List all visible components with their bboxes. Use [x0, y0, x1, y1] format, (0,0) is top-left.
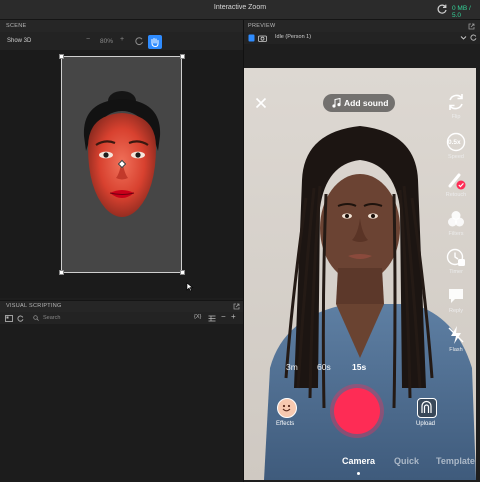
memory-usage: 0 MB / 5.0: [452, 5, 471, 19]
upload-button[interactable]: [417, 398, 437, 418]
speed-label: Speed: [448, 154, 464, 160]
preview-spacer: [244, 44, 480, 68]
active-mode-indicator: [357, 472, 360, 475]
reset-view-icon[interactable]: [134, 36, 144, 46]
variables-button[interactable]: {X}: [194, 314, 201, 320]
gallery-icon: [421, 400, 432, 413]
upload-label: Upload: [416, 421, 436, 427]
mouse-cursor-icon: [186, 282, 194, 292]
visual-scripting-toolbar: {X} − +: [0, 312, 243, 324]
effects-button[interactable]: [277, 398, 297, 418]
visual-scripting-canvas[interactable]: [0, 324, 243, 482]
preview-panel-title: PREVIEW: [248, 23, 276, 29]
visual-scripting-header: VISUAL SCRIPTING: [0, 300, 243, 312]
flip-label: Flip: [451, 114, 461, 120]
collapse-icon[interactable]: −: [221, 312, 226, 321]
timer-icon[interactable]: [446, 247, 466, 267]
preview-panel-header: PREVIEW: [244, 20, 480, 32]
show-3d-toggle[interactable]: Show 3D: [7, 38, 31, 44]
duration-option-15s[interactable]: 15s: [352, 362, 366, 372]
phone-preview: Add sound Flip 0.5x Speed Retouch Filter…: [244, 68, 476, 480]
popout-icon[interactable]: [233, 303, 240, 310]
record-button[interactable]: [334, 388, 380, 434]
add-sound-label: Add sound: [344, 98, 389, 108]
scene-panel-header: SCENE: [0, 20, 243, 32]
popout-icon[interactable]: [468, 23, 475, 30]
window-titlebar: Interactive Zoom 0 MB / 5.0: [0, 0, 480, 20]
reply-label: Reply: [448, 308, 464, 314]
flip-icon[interactable]: [446, 92, 466, 112]
search-icon: [33, 315, 39, 321]
timer-label: Timer: [449, 269, 463, 275]
scene-toolbar: Show 3D − 80% +: [0, 32, 243, 50]
duration-option-3m[interactable]: 3m: [286, 362, 298, 372]
zoom-out-icon[interactable]: −: [86, 36, 90, 43]
music-note-icon: [332, 98, 341, 108]
smiley-icon: [282, 404, 291, 412]
zoom-level[interactable]: 80%: [100, 38, 113, 45]
mode-tab-camera[interactable]: Camera: [342, 456, 375, 466]
filters-label: Filters: [448, 231, 464, 237]
speed-value: 0.5x: [448, 139, 461, 146]
layout-icon[interactable]: [208, 315, 216, 322]
hand-icon: [151, 38, 159, 48]
camera-icon[interactable]: [258, 34, 267, 42]
resize-handle-tl[interactable]: [59, 54, 64, 59]
scene-panel-title: SCENE: [6, 23, 27, 29]
resize-handle-br[interactable]: [180, 270, 185, 275]
restart-icon[interactable]: [470, 34, 477, 41]
flash-label: Flash: [449, 347, 463, 353]
close-icon[interactable]: [255, 97, 267, 109]
refresh-graph-icon[interactable]: [17, 315, 24, 322]
window-title: Interactive Zoom: [213, 4, 267, 11]
visual-scripting-title: VISUAL SCRIPTING: [6, 303, 62, 309]
face-mesh-render: [83, 91, 161, 217]
mode-tab-template[interactable]: Template: [436, 456, 475, 466]
flash-off-icon[interactable]: [446, 325, 466, 345]
mode-tab-quick[interactable]: Quick: [394, 456, 419, 466]
zoom-in-icon[interactable]: +: [120, 36, 124, 43]
manipulate-tool-button[interactable]: [148, 35, 162, 49]
device-icon[interactable]: [248, 34, 255, 42]
reply-icon[interactable]: [446, 286, 466, 306]
camera-frame[interactable]: [61, 56, 182, 273]
duration-option-60s[interactable]: 60s: [317, 362, 331, 372]
resize-handle-tr[interactable]: [180, 54, 185, 59]
add-sound-button[interactable]: Add sound: [323, 94, 395, 112]
filters-icon[interactable]: [446, 209, 466, 229]
retouch-label: Retouch: [445, 192, 467, 198]
add-icon[interactable]: +: [231, 312, 236, 321]
graph-search-input[interactable]: Search: [43, 315, 60, 321]
effects-label: Effects: [276, 421, 295, 427]
dropdown-chevron-icon[interactable]: [460, 34, 467, 41]
refresh-icon[interactable]: [436, 3, 448, 15]
preview-preset-select[interactable]: Idle (Person 1): [275, 34, 311, 40]
add-patch-icon[interactable]: [5, 315, 13, 322]
retouch-icon[interactable]: [446, 170, 466, 190]
resize-handle-bl[interactable]: [59, 270, 64, 275]
